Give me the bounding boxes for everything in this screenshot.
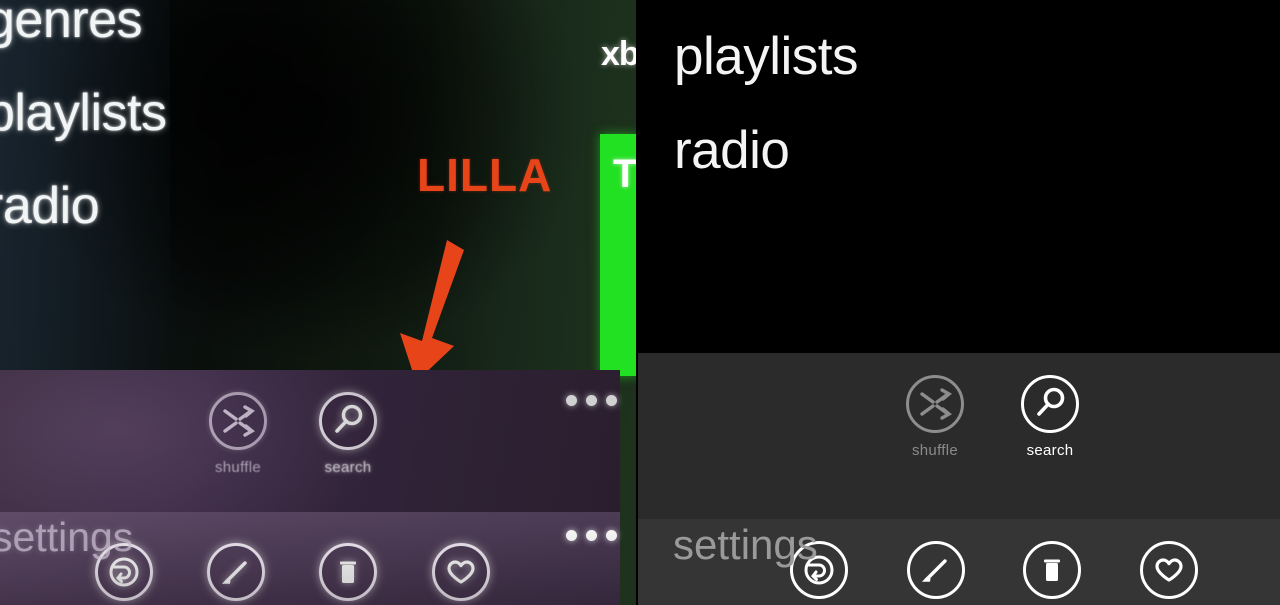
heart-icon bbox=[1140, 541, 1198, 599]
left-edit-button[interactable] bbox=[205, 543, 267, 601]
left-appbar: shuffle search bbox=[0, 370, 620, 512]
right-settings-label[interactable]: settings bbox=[673, 521, 818, 569]
sidebar-item-radio[interactable]: radio bbox=[0, 160, 166, 253]
left-delete-button[interactable] bbox=[317, 543, 379, 601]
nav-label-playlists: playlists bbox=[674, 27, 859, 86]
left-shuffle-button[interactable]: shuffle bbox=[207, 392, 269, 476]
overflow-dot bbox=[606, 395, 617, 406]
photographed-phone-panel: genres playlists radio xb T LILLA bbox=[0, 0, 638, 605]
nav-label-genres: genres bbox=[0, 0, 143, 49]
overflow-dot bbox=[566, 530, 577, 541]
left-shuffle-label: shuffle bbox=[214, 459, 262, 476]
nav-label-playlists: playlists bbox=[0, 84, 167, 142]
sidebar-item-playlists[interactable]: playlists bbox=[674, 10, 859, 104]
green-tile-text: T bbox=[613, 152, 638, 196]
pencil-icon bbox=[907, 541, 965, 599]
clean-ui-panel: playlists radio shuffle search settings bbox=[638, 0, 1280, 605]
trash-icon bbox=[1023, 541, 1081, 599]
overflow-dot bbox=[566, 395, 577, 406]
right-favorite-button[interactable] bbox=[1138, 541, 1200, 599]
left-favorite-button[interactable] bbox=[430, 543, 492, 601]
annotation-down-arrow-icon bbox=[392, 238, 484, 384]
search-icon bbox=[1021, 375, 1079, 433]
nav-label-radio: radio bbox=[0, 177, 100, 235]
trash-icon bbox=[319, 543, 377, 601]
overflow-dot bbox=[586, 530, 597, 541]
pencil-icon bbox=[207, 543, 265, 601]
right-shuffle-button[interactable]: shuffle bbox=[904, 375, 966, 459]
right-nav-list: playlists radio bbox=[674, 10, 859, 198]
overflow-dot bbox=[606, 530, 617, 541]
green-tile[interactable]: T bbox=[600, 134, 638, 376]
left-search-button[interactable]: search bbox=[317, 392, 379, 476]
left-search-label: search bbox=[324, 459, 372, 476]
left-nav-list: genres playlists radio bbox=[0, 0, 167, 253]
sidebar-item-playlists[interactable]: playlists bbox=[0, 67, 167, 160]
shuffle-icon bbox=[209, 392, 267, 450]
right-search-button[interactable]: search bbox=[1019, 375, 1081, 459]
right-search-label: search bbox=[1026, 442, 1074, 459]
right-delete-button[interactable] bbox=[1021, 541, 1083, 599]
left-appbar-secondary-overflow-button[interactable] bbox=[566, 530, 617, 541]
left-appbar-overflow-button[interactable] bbox=[566, 395, 617, 406]
left-settings-label[interactable]: settings bbox=[0, 514, 133, 561]
screenshot-stage: genres playlists radio xb T LILLA bbox=[0, 0, 1280, 605]
right-appbar: shuffle search bbox=[638, 353, 1280, 519]
heart-icon bbox=[432, 543, 490, 601]
search-icon bbox=[319, 392, 377, 450]
overflow-dot bbox=[586, 395, 597, 406]
sidebar-item-genres[interactable]: genres bbox=[0, 0, 166, 67]
xbox-music-label: xb bbox=[601, 35, 638, 73]
annotation-label: LILLA bbox=[417, 149, 553, 201]
sidebar-item-radio[interactable]: radio bbox=[674, 104, 858, 198]
shuffle-icon bbox=[906, 375, 964, 433]
nav-label-radio: radio bbox=[674, 121, 790, 180]
right-shuffle-label: shuffle bbox=[911, 442, 959, 459]
right-edit-button[interactable] bbox=[905, 541, 967, 599]
